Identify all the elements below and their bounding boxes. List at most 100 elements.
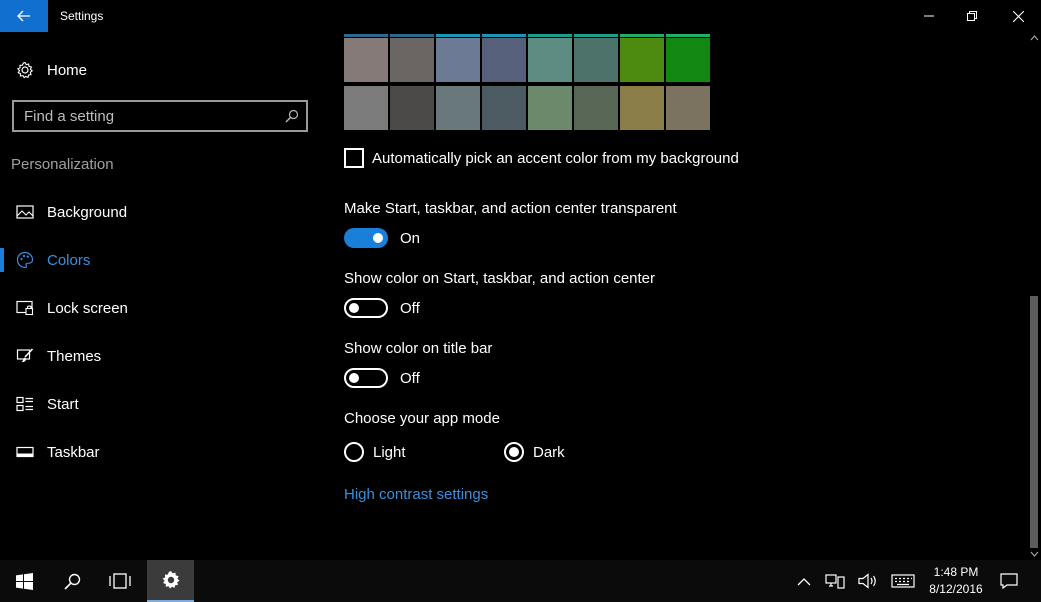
chevron-up-icon	[797, 577, 811, 585]
sidebar-item-start[interactable]: Start	[0, 384, 320, 424]
color-swatch[interactable]	[436, 34, 480, 82]
app-mode-label: Choose your app mode	[344, 410, 500, 427]
transparent-toggle-row[interactable]: On	[344, 228, 420, 248]
color-swatch[interactable]	[482, 34, 526, 82]
swatch-highlight-line	[482, 34, 526, 37]
sidebar-item-label: Themes	[47, 347, 102, 365]
keyboard-icon	[891, 574, 915, 588]
show-color-title-toggle-row[interactable]: Off	[344, 368, 420, 388]
task-view-button[interactable]	[96, 560, 144, 602]
auto-accent-row[interactable]: Automatically pick an accent color from …	[344, 148, 739, 168]
color-swatch[interactable]	[528, 86, 572, 130]
sidebar-item-lock-screen[interactable]: Lock screen	[0, 288, 320, 328]
clock-date: 8/12/2016	[929, 582, 983, 596]
volume-button[interactable]	[855, 560, 881, 602]
transparent-state: On	[400, 229, 421, 247]
app-mode-light-radio[interactable]	[344, 442, 364, 462]
restore-icon	[967, 11, 977, 21]
color-swatch[interactable]	[574, 34, 618, 82]
swatch-row-2	[344, 86, 712, 130]
swatch-highlight-line	[528, 34, 572, 37]
start-grid-icon	[16, 395, 34, 413]
sidebar-item-background[interactable]: Background	[0, 192, 320, 232]
search-input[interactable]	[24, 107, 274, 125]
touch-keyboard-button[interactable]	[888, 560, 918, 602]
show-color-title-label: Show color on title bar	[344, 340, 493, 357]
gear-icon	[16, 61, 34, 79]
clock-time: 1:48 PM	[933, 565, 979, 579]
taskbar-icon	[16, 443, 34, 461]
task-view-icon	[109, 573, 131, 589]
sidebar-item-label: Start	[47, 395, 79, 413]
app-mode-dark-label: Dark	[533, 443, 565, 461]
network-icon	[825, 574, 845, 589]
app-mode-dark-radio[interactable]	[504, 442, 524, 462]
show-color-start-toggle-row[interactable]: Off	[344, 298, 420, 318]
color-swatch[interactable]	[482, 86, 526, 130]
close-button[interactable]	[995, 0, 1041, 32]
search-box[interactable]	[12, 100, 308, 132]
show-color-title-toggle[interactable]	[344, 368, 388, 388]
brush-icon	[16, 347, 34, 365]
minimize-icon	[924, 15, 934, 17]
color-swatch[interactable]	[620, 34, 664, 82]
scroll-thumb[interactable]	[1030, 296, 1038, 548]
color-swatch[interactable]	[620, 86, 664, 130]
action-center-icon	[1000, 573, 1018, 589]
radio-dot	[509, 447, 519, 457]
palette-icon	[16, 251, 34, 269]
action-center-button[interactable]	[996, 560, 1022, 602]
color-swatch[interactable]	[528, 34, 572, 82]
toggle-knob	[349, 303, 359, 313]
volume-icon	[858, 573, 876, 589]
close-icon	[1012, 10, 1024, 22]
color-swatch[interactable]	[666, 86, 710, 130]
back-button[interactable]	[0, 0, 48, 32]
selection-indicator	[0, 248, 4, 272]
high-contrast-link[interactable]: High contrast settings	[344, 486, 488, 503]
swatch-highlight-line	[574, 34, 618, 37]
sidebar-item-themes[interactable]: Themes	[0, 336, 320, 376]
sidebar-item-taskbar[interactable]: Taskbar	[0, 432, 320, 472]
network-button[interactable]	[822, 560, 848, 602]
app-mode-dark-option[interactable]: Dark	[504, 442, 565, 462]
nav-home-label: Home	[47, 61, 88, 79]
color-swatch[interactable]	[344, 34, 388, 82]
clock[interactable]: 1:48 PM 8/12/2016	[922, 564, 990, 598]
color-swatch[interactable]	[344, 86, 388, 130]
content-area: Automatically pick an accent color from …	[320, 32, 1028, 560]
search-icon[interactable]	[285, 109, 299, 123]
show-hidden-icons-button[interactable]	[792, 560, 816, 602]
auto-accent-label: Automatically pick an accent color from …	[372, 149, 739, 167]
scrollbar[interactable]	[1028, 32, 1041, 560]
scroll-down-icon[interactable]	[1030, 550, 1039, 558]
color-swatch[interactable]	[666, 34, 710, 82]
section-label-personalization: Personalization	[11, 156, 114, 173]
app-mode-radio-group: Light Dark	[344, 442, 565, 462]
transparent-label: Make Start, taskbar, and action center t…	[344, 200, 677, 217]
auto-accent-checkbox[interactable]	[344, 148, 364, 168]
scroll-up-icon[interactable]	[1030, 34, 1039, 42]
color-swatch[interactable]	[390, 86, 434, 130]
start-button[interactable]	[0, 560, 48, 602]
sidebar-item-colors[interactable]: Colors	[0, 240, 320, 280]
taskbar-search-button[interactable]	[48, 560, 96, 602]
sidebar-item-label: Colors	[47, 251, 91, 269]
nav-home[interactable]: Home	[0, 52, 320, 88]
transparent-toggle[interactable]	[344, 228, 388, 248]
app-mode-light-label: Light	[373, 443, 406, 461]
color-swatch[interactable]	[390, 34, 434, 82]
color-swatch[interactable]	[436, 86, 480, 130]
show-color-start-toggle[interactable]	[344, 298, 388, 318]
app-mode-light-option[interactable]: Light	[344, 442, 504, 462]
restore-button[interactable]	[949, 0, 995, 32]
minimize-button[interactable]	[906, 0, 952, 32]
settings-gear-icon	[162, 571, 180, 589]
back-arrow-icon	[17, 10, 30, 22]
show-color-start-state: Off	[400, 299, 420, 317]
search-icon	[63, 573, 80, 590]
taskbar-settings-button[interactable]	[147, 560, 194, 602]
color-swatch[interactable]	[574, 86, 618, 130]
picture-icon	[16, 203, 34, 221]
taskbar: 1:48 PM 8/12/2016	[0, 560, 1041, 602]
